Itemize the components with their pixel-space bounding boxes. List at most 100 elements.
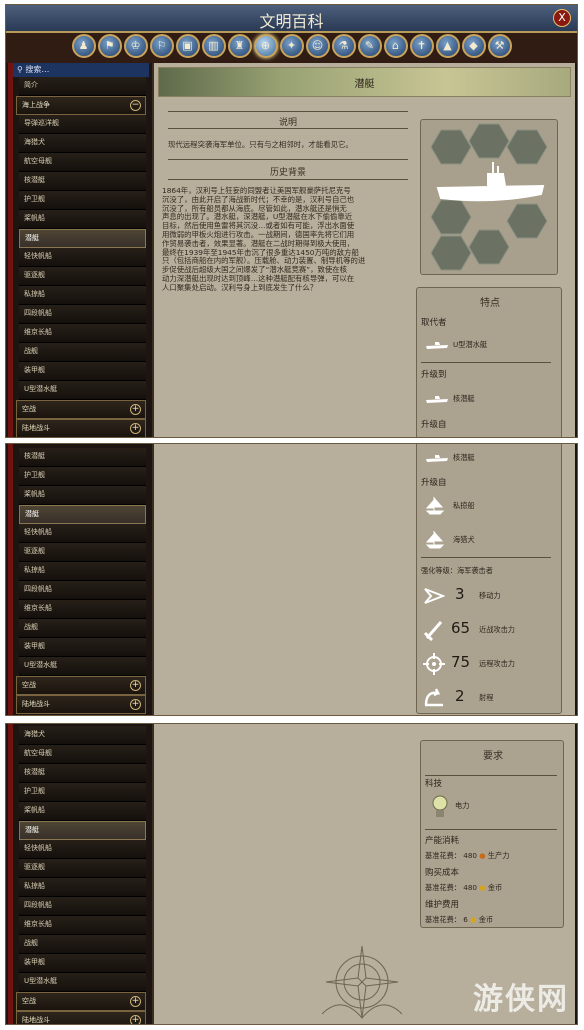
sidebar-item[interactable]: U型潜水艇 — [19, 973, 146, 992]
sidebar-item[interactable]: 桨帆船 — [19, 486, 146, 505]
sidebar-category[interactable]: 海上战争 − — [16, 96, 146, 115]
upgrades-to-unit[interactable]: 核潜艇 — [453, 394, 475, 404]
expand-icon[interactable]: + — [130, 680, 141, 691]
expand-icon[interactable]: + — [130, 996, 141, 1007]
sidebar-item[interactable]: 四段帆船 — [19, 305, 146, 324]
sidebar-item[interactable]: 四段帆船 — [19, 581, 146, 600]
expand-icon[interactable]: + — [130, 423, 141, 434]
sidebar-item-label: 战舰 — [24, 347, 38, 355]
sidebar-item[interactable]: 私掠船 — [19, 286, 146, 305]
range-label: 射程 — [479, 693, 494, 702]
leaders-icon[interactable]: ♔ — [123, 34, 148, 58]
sidebar-item[interactable]: 桨帆船 — [19, 802, 146, 821]
production-cost-text: 基准花费： 480 ● 生产力 — [425, 851, 509, 861]
upgrades-from-sea-dog[interactable]: 海猎犬 — [453, 535, 475, 545]
improvements-icon[interactable]: ⚒ — [487, 34, 512, 58]
sidebar-item[interactable]: 护卫舰 — [19, 783, 146, 802]
production-base-label: 基准花费： — [425, 851, 461, 860]
sidebar-item[interactable]: 维京长船 — [19, 324, 146, 343]
sidebar-item-label: 航空母舰 — [24, 749, 52, 757]
resources-icon[interactable]: ◆ — [461, 34, 486, 58]
tech-name[interactable]: 电力 — [455, 801, 469, 811]
sidebar-item[interactable]: 轻快帆船 — [19, 840, 146, 859]
technologies-icon[interactable]: ⚗ — [331, 34, 356, 58]
sidebar-item[interactable]: 潜艇 — [19, 821, 146, 840]
civilopedia-window-bottom: 海猎犬航空母舰核潜艇 护卫舰 桨帆船 潜艇轻快帆船驱逐舰 私掠船 四段帆船 维京长船 战舰 装甲… — [5, 723, 578, 1025]
search-placeholder: 搜索… — [25, 65, 50, 74]
sidebar-item[interactable]: 护卫舰 — [19, 467, 146, 486]
sidebar-item[interactable]: 战舰 — [19, 343, 146, 362]
close-button[interactable]: X — [553, 9, 571, 27]
sidebar-category[interactable]: 陆地战斗 + — [16, 695, 146, 714]
sidebar-item[interactable]: 维京长船 — [19, 916, 146, 935]
sidebar-category[interactable]: 空战 + — [16, 400, 146, 419]
sidebar-item[interactable]: U型潜水艇 — [19, 657, 146, 676]
upgrades-to-unit[interactable]: 核潜艇 — [453, 453, 475, 463]
great-people-icon[interactable]: ☺ — [305, 34, 330, 58]
districts-icon[interactable]: ▣ — [175, 34, 200, 58]
sidebar-item[interactable]: 海猎犬 — [19, 134, 146, 153]
expand-icon[interactable]: + — [130, 1015, 141, 1024]
features-icon[interactable]: ▲ — [435, 34, 460, 58]
replaces-unit[interactable]: U型潜水艇 — [453, 340, 487, 350]
sidebar-item-label: 轻快帆船 — [24, 844, 52, 852]
sidebar-item[interactable]: 海猎犬 — [19, 726, 146, 745]
sidebar-item[interactable]: 轻快帆船 — [19, 524, 146, 543]
civilizations-icon[interactable]: ⚑ — [97, 34, 122, 58]
sidebar-category[interactable]: 陆地战斗 + — [16, 419, 146, 437]
submarine-icon — [436, 162, 545, 202]
sidebar-item[interactable]: 简介 — [19, 77, 146, 96]
sidebar-item[interactable]: 四段帆船 — [19, 897, 146, 916]
units-icon[interactable]: ⊕ — [253, 34, 278, 58]
sidebar-item[interactable]: 核潜艇 — [19, 448, 146, 467]
sidebar-category[interactable]: 空战 + — [16, 676, 146, 695]
sidebar-item[interactable]: 导弹巡洋舰 — [19, 115, 146, 134]
sea-dog-icon — [425, 530, 445, 549]
sidebar-item[interactable]: 核潜艇 — [19, 172, 146, 191]
sidebar-item[interactable]: 驱逐舰 — [19, 267, 146, 286]
sidebar-category[interactable]: 陆地战斗 + — [16, 1011, 146, 1024]
sidebar-item[interactable]: 战舰 — [19, 935, 146, 954]
sidebar-category[interactable]: 空战 + — [16, 992, 146, 1011]
sidebar-item[interactable]: 私掠船 — [19, 878, 146, 897]
upgrades-to-label: 升级到 — [421, 370, 447, 380]
sidebar-item-label: 航空母舰 — [24, 157, 52, 165]
sidebar-item[interactable]: 驱逐舰 — [19, 859, 146, 878]
sidebar-item[interactable]: 装甲舰 — [19, 954, 146, 973]
sidebar-item[interactable]: 装甲舰 — [19, 638, 146, 657]
sidebar-item[interactable]: 航空母舰 — [19, 745, 146, 764]
sidebar-item[interactable]: 轻快帆船 — [19, 248, 146, 267]
divider — [421, 557, 551, 558]
city-states-icon[interactable]: ⚐ — [149, 34, 174, 58]
sidebar-item[interactable]: 桨帆船 — [19, 210, 146, 229]
ranged-label: 远程攻击力 — [479, 659, 515, 668]
search-input[interactable]: ⚲ 搜索… — [13, 63, 149, 77]
game-concepts-icon[interactable]: ♟ — [71, 34, 96, 58]
sidebar-item-label: 海猎犬 — [24, 138, 45, 146]
sidebar-item[interactable]: 私掠船 — [19, 562, 146, 581]
civics-icon[interactable]: ✎ — [357, 34, 382, 58]
civilopedia-window-top: 文明百科 X ♟ ⚑ ♔ ⚐ ▣ ▥ ♜ ⊕ ✦ ☺ ⚗ ✎ ⌂ ✝ ▲ ◆ ⚒ ⚲ 搜索… 简介 海上战争 − 导弹… — [5, 4, 578, 438]
sidebar-item[interactable]: 装甲舰 — [19, 362, 146, 381]
unit-promotions-icon[interactable]: ✦ — [279, 34, 304, 58]
collapse-icon[interactable]: − — [130, 100, 141, 111]
expand-icon[interactable]: + — [130, 699, 141, 710]
upgrades-from-privateer[interactable]: 私掠船 — [453, 501, 475, 511]
religions-icon[interactable]: ✝ — [409, 34, 434, 58]
wonders-icon[interactable]: ♜ — [227, 34, 252, 58]
page-title: 潜艇 — [354, 79, 375, 90]
sidebar-item[interactable]: 驱逐舰 — [19, 543, 146, 562]
sidebar-item[interactable]: 核潜艇 — [19, 764, 146, 783]
content-area: 要求 科技 电力 产能消耗 基准花费： 480 ● 生产力 购买成本 基准花费：… — [152, 724, 575, 1024]
sidebar-item[interactable]: 战舰 — [19, 619, 146, 638]
sidebar-item[interactable]: 航空母舰 — [19, 153, 146, 172]
sidebar-item[interactable]: 维京长船 — [19, 600, 146, 619]
sidebar-item[interactable]: 潜艇 — [19, 505, 146, 524]
sidebar-item[interactable]: U型潜水艇 — [19, 381, 146, 400]
governments-icon[interactable]: ⌂ — [383, 34, 408, 58]
sidebar-item[interactable]: 潜艇 — [19, 229, 146, 248]
sidebar-item[interactable]: 护卫舰 — [19, 191, 146, 210]
buildings-icon[interactable]: ▥ — [201, 34, 226, 58]
expand-icon[interactable]: + — [130, 404, 141, 415]
history-line: 人口聚集处启动。汉利号身上到底发生了什么？ — [162, 282, 318, 292]
